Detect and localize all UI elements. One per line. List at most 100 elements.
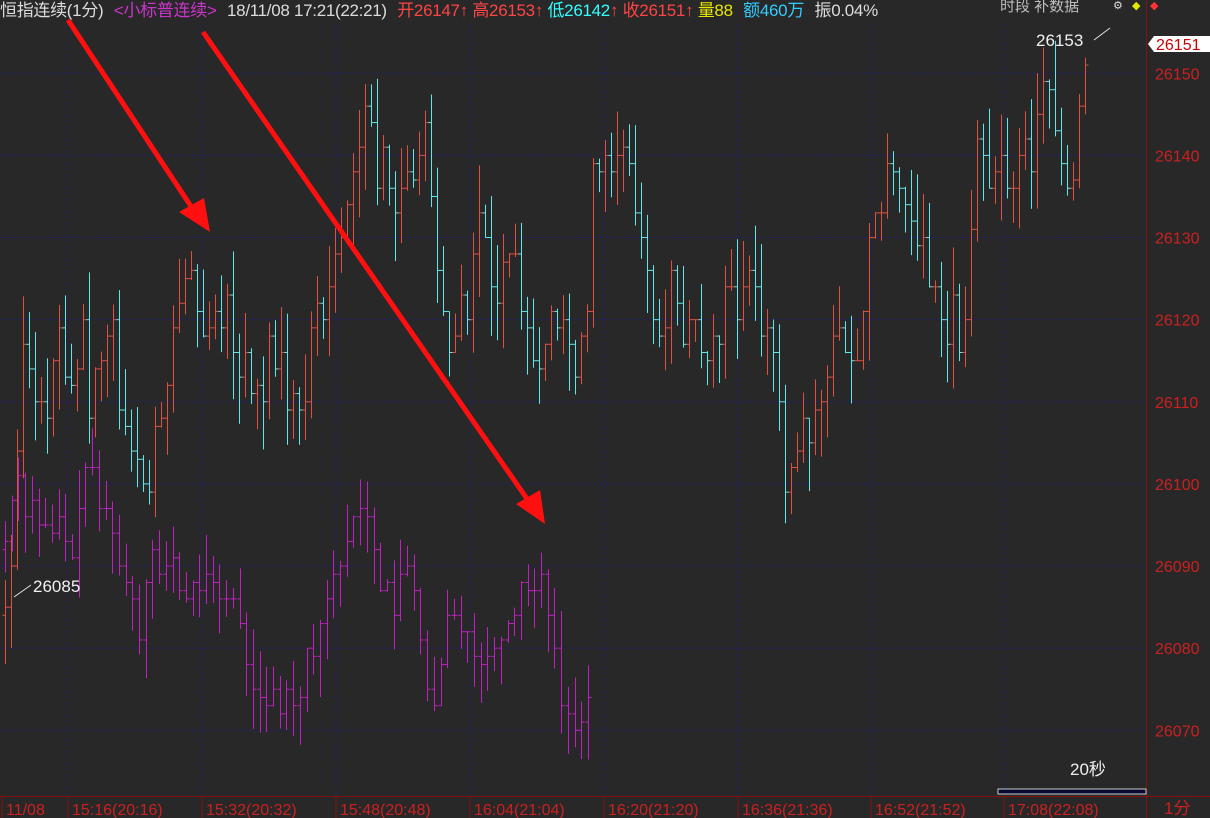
- ohlc-bar: [866, 223, 873, 361]
- ohlc-bar: [206, 301, 213, 350]
- ohlc-bar: [578, 332, 585, 385]
- ohlc-bar: [776, 324, 783, 431]
- y-tick-label: 26100: [1155, 477, 1200, 494]
- ohlc-bar: [674, 265, 681, 326]
- ohlc-bar: [471, 613, 478, 687]
- open-info: 开26147↑: [397, 0, 468, 22]
- ohlc-bar: [2, 521, 9, 573]
- ohlc-bar: [728, 249, 735, 291]
- ohlc-bar: [511, 607, 518, 637]
- ohlc-bar: [686, 300, 693, 359]
- ohlc-bar: [1016, 127, 1023, 229]
- interval-scrollbar[interactable]: [997, 788, 1147, 795]
- ohlc-bar: [404, 545, 411, 577]
- period-button[interactable]: 1分: [1164, 799, 1190, 818]
- amount-label: 额: [743, 1, 760, 20]
- x-tick-label: 17:08(22:08): [1008, 802, 1099, 818]
- ohlc-bar: [44, 358, 51, 454]
- ohlc-bar: [920, 194, 927, 279]
- ohlc-bar: [884, 133, 891, 219]
- ohlc-bar: [304, 647, 311, 713]
- alert-icon[interactable]: ◆: [1150, 0, 1158, 12]
- ohlc-bar: [98, 351, 105, 402]
- volume-info: 量88: [698, 0, 733, 22]
- x-tick-label: 15:16(20:16): [72, 802, 163, 818]
- ohlc-bar: [170, 526, 177, 593]
- x-tick-label: 15:32(20:32): [206, 802, 297, 818]
- ohlc-bar: [932, 280, 939, 303]
- ohlc-bar: [536, 327, 543, 404]
- ohlc-bar: [223, 580, 230, 617]
- ohlc-bar: [134, 407, 141, 488]
- indicator-name[interactable]: <小标普连续>: [114, 0, 217, 22]
- low-label: 低: [547, 1, 565, 20]
- ohlc-bar: [608, 132, 615, 198]
- ohlc-bar: [320, 297, 327, 339]
- ohlc-bar: [491, 637, 498, 672]
- ohlc-bar: [980, 123, 987, 201]
- ohlc-bar: [560, 295, 567, 355]
- high-leader-line: [1093, 27, 1111, 41]
- ohlc-bar: [1058, 107, 1065, 186]
- ohlc-bar: [284, 313, 291, 445]
- ohlc-bar: [1052, 40, 1059, 137]
- interval-badge: 20秒: [1070, 760, 1106, 779]
- ohlc-bar: [710, 314, 717, 388]
- ohlc-bar: [82, 462, 89, 527]
- ohlc-bar: [746, 255, 753, 306]
- ohlc-bar: [212, 294, 219, 340]
- ohlc-bar: [944, 290, 951, 383]
- ohlc-bar: [158, 401, 165, 428]
- ohlc-bar: [384, 579, 391, 592]
- ohlc-bar: [156, 530, 163, 584]
- close-label: 收: [622, 1, 640, 20]
- ohlc-bar: [531, 568, 538, 628]
- low-leader-line: [13, 584, 32, 598]
- ohlc-bar: [458, 264, 465, 341]
- ohlc-bar: [50, 358, 57, 437]
- ohlc-bar: [243, 612, 250, 697]
- ohlc-bar: [590, 158, 597, 328]
- ohlc-bar: [632, 125, 639, 226]
- ohlc-bar: [22, 472, 29, 553]
- ohlc-bar: [8, 534, 15, 648]
- up-arrow-icon: ↑: [459, 1, 469, 20]
- amplitude-info: 振0.04%: [814, 0, 878, 22]
- ohlc-bar: [9, 495, 16, 552]
- open-label: 开: [397, 1, 414, 20]
- ohlc-bar: [317, 619, 324, 698]
- ohlc-bar: [722, 265, 729, 379]
- ohlc-bar: [752, 225, 759, 321]
- top-right-menu[interactable]: 时段 补数据: [1000, 0, 1079, 14]
- low-value: 26142: [564, 1, 610, 20]
- ohlc-bar: [350, 515, 357, 548]
- ohlc-bar: [136, 584, 143, 655]
- ohlc-bar: [29, 476, 36, 534]
- ohlc-bar: [794, 432, 801, 472]
- ohlc-bar: [542, 343, 549, 382]
- ohlc-bar: [20, 296, 27, 479]
- ohlc-bar: [410, 149, 417, 188]
- ohlc-bar: [224, 283, 231, 359]
- settings-gear-icon[interactable]: ⚙: [1113, 0, 1123, 12]
- y-tick-label: 26090: [1155, 559, 1200, 576]
- ohlc-bar: [297, 686, 304, 745]
- ohlc-bar: [1034, 73, 1041, 209]
- ohlc-bar: [644, 214, 651, 314]
- ohlc-bar: [764, 308, 771, 376]
- amplitude-value: 0.04%: [831, 1, 878, 20]
- warning-diamond-icon[interactable]: ◆: [1132, 0, 1140, 12]
- ohlc-bar: [237, 568, 244, 629]
- ohlc-bar: [200, 269, 207, 338]
- ohlc-bar: [338, 207, 345, 273]
- amount-info: 额460万: [743, 0, 804, 22]
- instrument-title[interactable]: 恒指连续(1分): [0, 0, 104, 22]
- ohlc-bar: [524, 296, 531, 375]
- ohlc-bar: [89, 428, 96, 476]
- open-value: 26147: [413, 1, 460, 20]
- ohlc-bar: [140, 455, 147, 492]
- ohlc-bar: [525, 564, 532, 607]
- ohlc-bar: [104, 324, 111, 398]
- kline-chart[interactable]: 26070 26080 26090 26100 26110 26120 26130 26140…: [0, 0, 1210, 818]
- ohlc-bar: [386, 144, 393, 206]
